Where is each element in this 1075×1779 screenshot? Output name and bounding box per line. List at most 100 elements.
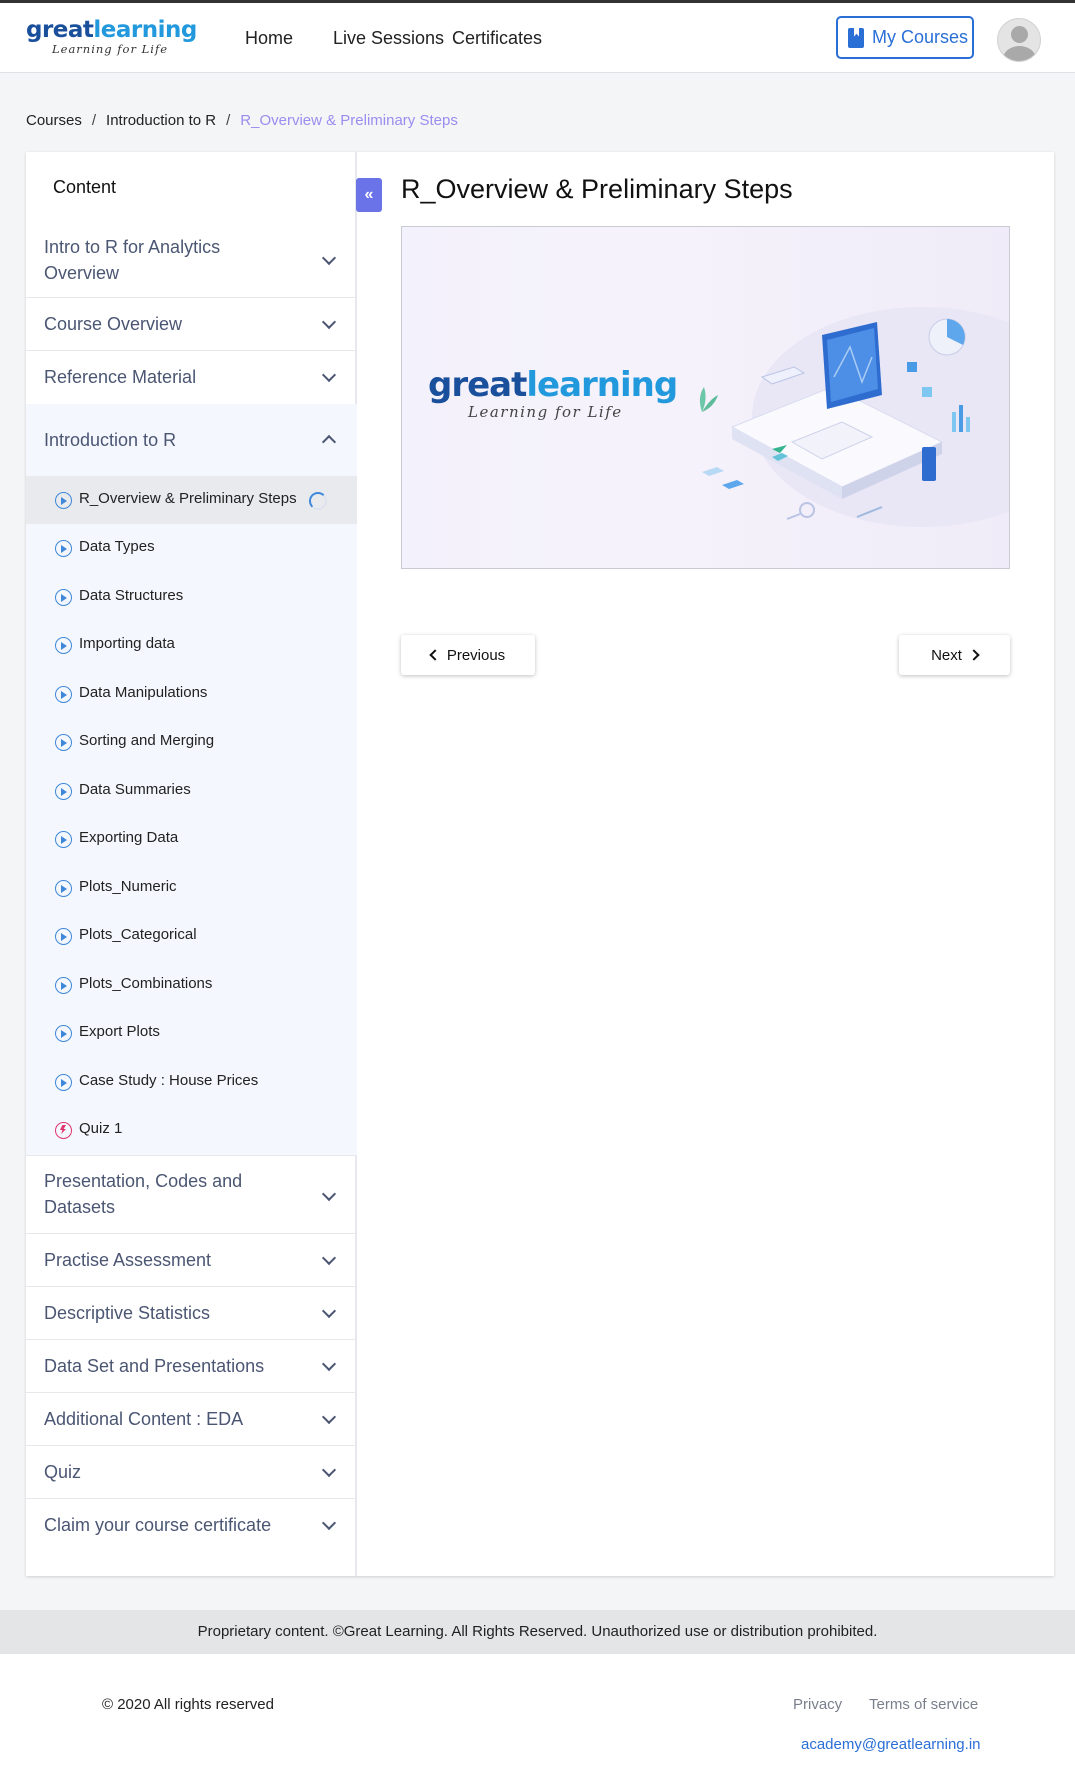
lesson-item[interactable]: Sorting and Merging	[26, 718, 357, 766]
book-icon	[848, 27, 864, 48]
breadcrumb-separator: /	[226, 112, 231, 129]
breadcrumb-introduction-to-r[interactable]: Introduction to R	[106, 112, 216, 129]
play-icon	[55, 589, 72, 606]
lesson-item[interactable]: Data Structures	[26, 573, 357, 621]
lesson-label: Quiz 1	[79, 1120, 123, 1137]
section-introduction-to-r[interactable]: Introduction to R	[26, 404, 357, 476]
lesson-label: Sorting and Merging	[79, 732, 215, 749]
section-label: Reference Material	[44, 367, 197, 387]
greatlearning-logo[interactable]: greatlearning Learning for Life	[26, 17, 197, 57]
play-icon	[55, 492, 72, 509]
lesson-item[interactable]: Export Plots	[26, 1009, 357, 1057]
breadcrumb: Courses / Introduction to R / R_Overview…	[26, 112, 458, 129]
my-courses-button[interactable]: My Courses	[836, 16, 974, 59]
lesson-banner: greatlearning Learning for Life	[401, 226, 1010, 569]
breadcrumb-separator: /	[91, 112, 97, 129]
play-icon	[55, 734, 72, 751]
collapse-sidebar-button[interactable]: «	[356, 178, 382, 212]
chevron-down-icon	[321, 250, 337, 266]
banner-logo-learning: learning	[526, 365, 678, 405]
banner-tagline: Learning for Life	[468, 403, 623, 421]
play-icon	[55, 1025, 72, 1042]
lesson-label: Plots_Categorical	[79, 926, 197, 943]
section-label: Quiz	[44, 1462, 82, 1482]
my-courses-label: My Courses	[872, 27, 969, 47]
lesson-item-active[interactable]: R_Overview & Preliminary Steps	[26, 476, 357, 524]
section-additional-content-eda[interactable]: Additional Content : EDA	[26, 1393, 357, 1446]
chevron-down-icon	[321, 314, 337, 330]
lesson-item[interactable]: Plots_Categorical	[26, 912, 357, 960]
chevron-down-icon	[321, 1250, 337, 1266]
section-intro-to-r-analytics-overview[interactable]: Intro to R for Analytics Overview	[26, 226, 357, 298]
breadcrumb-current: R_Overview & Preliminary Steps	[240, 112, 458, 129]
previous-button[interactable]: Previous	[401, 635, 535, 675]
footer-email-link[interactable]: academy@greatlearning.in	[801, 1736, 981, 1753]
play-icon	[55, 1074, 72, 1091]
section-label: Claim your course certificate	[44, 1515, 272, 1535]
lesson-item[interactable]: Plots_Combinations	[26, 961, 357, 1009]
section-reference-material[interactable]: Reference Material	[26, 351, 357, 404]
chevron-down-icon	[321, 1356, 337, 1372]
logo-text-learning: learning	[93, 17, 197, 43]
proprietary-notice: Proprietary content. ©Great Learning. Al…	[0, 1610, 1075, 1654]
lesson-item[interactable]: Data Types	[26, 524, 357, 572]
lesson-label: Plots_Combinations	[79, 975, 213, 992]
footer-copyright: © 2020 All rights reserved	[102, 1696, 274, 1713]
lesson-item-quiz[interactable]: Quiz 1	[26, 1106, 357, 1154]
quiz-bolt-icon	[55, 1122, 72, 1139]
footer-privacy-link[interactable]: Privacy	[793, 1696, 842, 1713]
lesson-label: Importing data	[79, 635, 175, 652]
double-chevron-left-icon: «	[364, 186, 374, 203]
breadcrumb-courses[interactable]: Courses	[26, 112, 82, 129]
lesson-label: Case Study : House Prices	[79, 1072, 259, 1089]
lesson-label: Data Manipulations	[79, 684, 208, 701]
nav-certificates[interactable]: Certificates	[452, 28, 542, 49]
sidebar-title: Content	[53, 177, 117, 197]
top-navbar: greatlearning Learning for Life Home Liv…	[0, 0, 1075, 73]
section-label: Presentation, Codes and Datasets	[44, 1171, 243, 1217]
chevron-left-icon	[429, 649, 441, 661]
lesson-label: R_Overview & Preliminary Steps	[79, 490, 297, 507]
next-button[interactable]: Next	[899, 635, 1010, 675]
chevron-up-icon	[321, 434, 337, 450]
section-descriptive-statistics[interactable]: Descriptive Statistics	[26, 1287, 357, 1340]
section-data-set-presentations[interactable]: Data Set and Presentations	[26, 1340, 357, 1393]
lesson-item[interactable]: Case Study : House Prices	[26, 1058, 357, 1106]
footer: © 2020 All rights reserved Privacy Terms…	[0, 1654, 1075, 1779]
section-presentation-codes-datasets[interactable]: Presentation, Codes and Datasets	[26, 1155, 357, 1234]
chevron-down-icon	[321, 1186, 337, 1202]
logo-tagline: Learning for Life	[52, 42, 169, 56]
content-sidebar: Content Intro to R for Analytics Overvie…	[26, 152, 357, 1576]
lesson-item[interactable]: Importing data	[26, 621, 357, 669]
section-course-overview[interactable]: Course Overview	[26, 298, 357, 351]
section-label: Course Overview	[44, 314, 183, 334]
lesson-label: Data Types	[79, 538, 155, 555]
play-icon	[55, 928, 72, 945]
lesson-label: Data Structures	[79, 587, 184, 604]
footer-terms-link[interactable]: Terms of service	[869, 1696, 978, 1713]
previous-label: Previous	[446, 646, 506, 664]
lesson-label: Export Plots	[79, 1023, 160, 1040]
section-practise-assessment[interactable]: Practise Assessment	[26, 1234, 357, 1287]
avatar[interactable]	[997, 18, 1041, 62]
play-icon	[55, 540, 72, 557]
lesson-item[interactable]: Data Summaries	[26, 767, 357, 815]
section-label: Practise Assessment	[44, 1250, 212, 1270]
chevron-down-icon	[321, 1462, 337, 1478]
nav-live-sessions[interactable]: Live Sessions	[333, 28, 444, 49]
section-claim-certificate[interactable]: Claim your course certificate	[26, 1499, 357, 1552]
chevron-down-icon	[321, 1303, 337, 1319]
section-label: Additional Content : EDA	[44, 1409, 244, 1429]
course-player-card: Content Intro to R for Analytics Overvie…	[26, 152, 1054, 1576]
play-icon	[55, 686, 72, 703]
banner-logo-great: great	[428, 365, 527, 405]
lesson-item[interactable]: Plots_Numeric	[26, 864, 357, 912]
logo-text-great: great	[26, 17, 94, 43]
section-label: Intro to R for Analytics Overview	[44, 237, 221, 283]
section-quiz[interactable]: Quiz	[26, 1446, 357, 1499]
nav-home[interactable]: Home	[245, 28, 293, 49]
lesson-item[interactable]: Exporting Data	[26, 815, 357, 863]
lesson-item[interactable]: Data Manipulations	[26, 670, 357, 718]
play-icon	[55, 783, 72, 800]
section-label: Descriptive Statistics	[44, 1303, 211, 1323]
